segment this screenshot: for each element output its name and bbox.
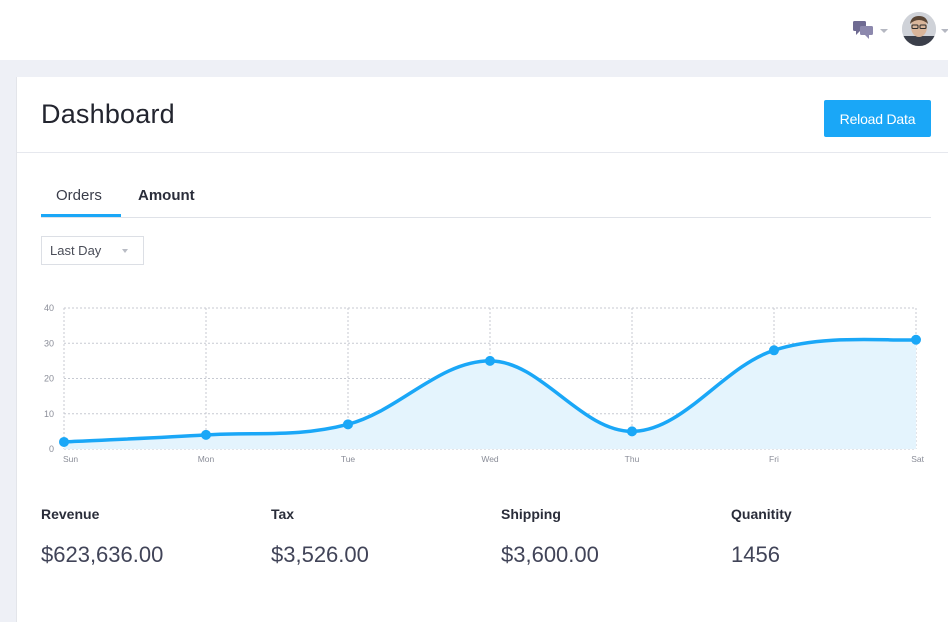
y-tick-label: 0 <box>49 444 54 454</box>
user-avatar[interactable] <box>902 12 936 46</box>
chevron-down-icon[interactable] <box>880 29 888 33</box>
tax-value: $3,526.00 <box>271 542 369 567</box>
x-tick-label: Tue <box>341 454 356 464</box>
y-tick-label: 10 <box>44 409 54 419</box>
shipping-value: $3,600.00 <box>501 542 599 567</box>
top-bar <box>0 0 948 60</box>
data-point <box>485 355 495 366</box>
y-tick-label: 30 <box>44 338 54 348</box>
data-point <box>343 419 353 430</box>
revenue-value: $623,636.00 <box>41 542 164 567</box>
chat-bubbles-icon[interactable] <box>853 21 873 39</box>
orders-chart: 0 10 20 30 40 Sun Mon Tue Wed Thu Fri Sat <box>44 303 925 464</box>
data-point <box>201 429 211 440</box>
revenue-label: Revenue <box>41 506 100 522</box>
chevron-down-icon[interactable] <box>941 29 948 33</box>
y-tick-label: 40 <box>44 303 54 313</box>
quantity-value: 1456 <box>731 542 780 567</box>
x-tick-label: Mon <box>198 454 215 464</box>
x-tick-label: Sat <box>911 454 924 464</box>
shipping-label: Shipping <box>501 506 561 522</box>
data-point <box>769 345 779 356</box>
data-point <box>59 436 69 447</box>
x-tick-label: Sun <box>63 454 78 464</box>
dashboard-card: Dashboard Reload Data Orders Amount Last… <box>16 77 948 622</box>
x-tick-label: Wed <box>481 454 499 464</box>
y-tick-label: 20 <box>44 374 54 384</box>
data-point <box>627 426 637 437</box>
data-point <box>911 334 921 345</box>
tax-label: Tax <box>271 506 295 522</box>
x-tick-label: Thu <box>625 454 640 464</box>
x-tick-label: Fri <box>769 454 779 464</box>
quantity-label: Quanitity <box>731 506 792 522</box>
